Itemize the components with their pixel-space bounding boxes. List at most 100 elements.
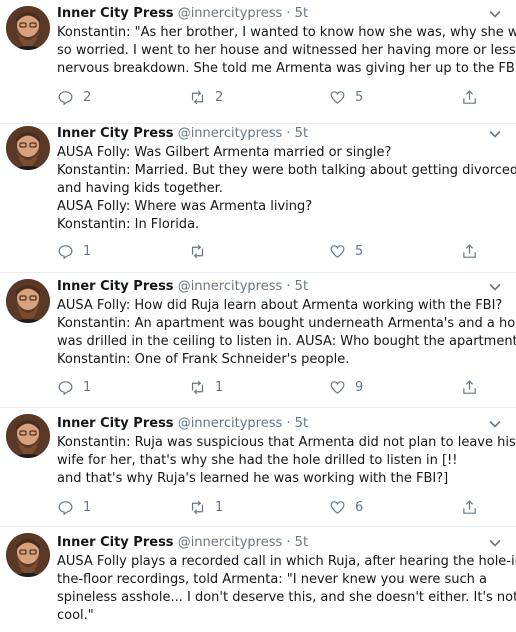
- share-button[interactable]: [461, 497, 487, 517]
- retweet-icon: [191, 90, 204, 104]
- tweet-text: Konstantin: "As her brother, I wanted to…: [57, 24, 516, 78]
- reply-button[interactable]: 1: [57, 377, 91, 397]
- avatar[interactable]: [6, 279, 50, 323]
- retweet-button[interactable]: 1: [189, 377, 223, 397]
- avatar-image: [6, 279, 50, 323]
- tweet-text-line: AUSA Folly: Where was Armenta living?: [57, 199, 313, 214]
- like-count: 9: [355, 379, 364, 395]
- like-button[interactable]: 5: [329, 87, 363, 107]
- like-count: 5: [355, 89, 364, 105]
- avatar-image: [6, 533, 50, 577]
- reply-count: 1: [83, 499, 92, 515]
- heart-icon: [330, 500, 345, 514]
- reply-count: 1: [83, 379, 92, 395]
- chevron-down-icon[interactable]: [488, 7, 502, 21]
- tweet-text-line: Konstantin: An apartment was bought unde…: [57, 316, 516, 331]
- timestamp[interactable]: 5t: [295, 416, 308, 431]
- tweet-text-line: so worried. I went to her house and witn…: [57, 43, 516, 58]
- like-button[interactable]: 5: [329, 241, 363, 261]
- retweet-count: 1: [215, 379, 224, 395]
- tweet-text-line: Konstantin: In Florida.: [57, 217, 200, 232]
- share-button[interactable]: [461, 377, 487, 397]
- tweet-text-line: cool.": [57, 608, 94, 623]
- author-name[interactable]: Inner City Press: [57, 6, 174, 21]
- avatar[interactable]: [6, 6, 50, 50]
- tweet-text-line: and that's why Ruja's learned he was wor…: [57, 471, 449, 486]
- retweet-icon: [191, 380, 204, 394]
- tweet-text: AUSA Folly: Was Gilbert Armenta married …: [57, 144, 516, 234]
- timestamp[interactable]: 5t: [295, 126, 308, 141]
- avatar[interactable]: [6, 533, 50, 577]
- author-name[interactable]: Inner City Press: [57, 279, 174, 294]
- tweet-text: Konstantin: Ruja was suspicious that Arm…: [57, 434, 516, 488]
- tweet-actions: 1 1 9: [57, 377, 497, 397]
- reply-icon: [58, 500, 73, 515]
- heart-icon: [330, 90, 345, 104]
- retweet-icon: [191, 244, 204, 258]
- retweet-button[interactable]: [189, 241, 215, 261]
- retweet-button[interactable]: 2: [189, 87, 223, 107]
- author-handle[interactable]: @innercitypress: [178, 416, 283, 431]
- timestamp[interactable]: 5t: [295, 535, 308, 550]
- author-handle[interactable]: @innercitypress: [178, 279, 283, 294]
- share-button[interactable]: [461, 241, 487, 261]
- separator-dot: ·: [286, 279, 291, 294]
- chevron-down-icon[interactable]: [488, 417, 502, 431]
- tweet-header: Inner City Press @innercitypress · 5t: [57, 279, 308, 295]
- timestamp[interactable]: 5t: [295, 6, 308, 21]
- heart-icon: [330, 380, 345, 394]
- reply-button[interactable]: 1: [57, 241, 91, 261]
- separator-dot: ·: [286, 416, 291, 431]
- retweet-icon: [191, 500, 204, 514]
- like-count: 5: [355, 243, 364, 259]
- author-name[interactable]: Inner City Press: [57, 535, 174, 550]
- reply-icon: [58, 244, 73, 259]
- retweet-count: 1: [215, 499, 224, 515]
- chevron-down-icon[interactable]: [488, 127, 502, 141]
- share-icon: [463, 499, 476, 514]
- tweet[interactable]: Inner City Press @innercitypress · 5t AU…: [0, 273, 516, 407]
- tweet-header: Inner City Press @innercitypress · 5t: [57, 535, 308, 551]
- like-button[interactable]: 9: [329, 377, 363, 397]
- avatar-image: [6, 6, 50, 50]
- tweet-text-line: Konstantin: Married. But they were both …: [57, 163, 516, 178]
- like-count: 6: [355, 499, 364, 515]
- avatar[interactable]: [6, 414, 50, 458]
- author-handle[interactable]: @innercitypress: [178, 6, 283, 21]
- tweet-text-line: AUSA Folly plays a recorded call in whic…: [57, 554, 516, 569]
- reply-count: 1: [83, 243, 92, 259]
- tweet-text-line: nervous breakdown. She told me Armenta w…: [57, 61, 516, 76]
- separator-dot: ·: [286, 6, 291, 21]
- separator-dot: ·: [286, 535, 291, 550]
- share-button[interactable]: [461, 87, 487, 107]
- tweet[interactable]: Inner City Press @innercitypress · 5t Ko…: [0, 408, 516, 526]
- reply-button[interactable]: 1: [57, 497, 91, 517]
- tweet-actions: 1 1 6: [57, 497, 497, 517]
- tweet-text-line: Konstantin: "As her brother, I wanted to…: [57, 25, 516, 40]
- tweet-text: AUSA Folly plays a recorded call in whic…: [57, 553, 516, 625]
- chevron-down-icon[interactable]: [488, 536, 502, 550]
- tweet-text-line: Konstantin: Ruja was suspicious that Arm…: [57, 435, 516, 450]
- tweet[interactable]: Inner City Press @innercitypress · 5t Ko…: [0, 0, 516, 123]
- avatar-image: [6, 414, 50, 458]
- tweet-text-line: the-floor recordings, told Armenta: "I n…: [57, 572, 488, 587]
- tweet-header: Inner City Press @innercitypress · 5t: [57, 126, 308, 142]
- avatar-image: [6, 126, 50, 170]
- timestamp[interactable]: 5t: [295, 279, 308, 294]
- retweet-button[interactable]: 1: [189, 497, 223, 517]
- heart-icon: [330, 244, 345, 258]
- author-handle[interactable]: @innercitypress: [178, 126, 283, 141]
- avatar[interactable]: [6, 126, 50, 170]
- reply-icon: [58, 90, 73, 105]
- tweet[interactable]: Inner City Press @innercitypress · 5t AU…: [0, 527, 516, 632]
- reply-button[interactable]: 2: [57, 87, 91, 107]
- like-button[interactable]: 6: [329, 497, 363, 517]
- author-handle[interactable]: @innercitypress: [178, 535, 283, 550]
- author-name[interactable]: Inner City Press: [57, 416, 174, 431]
- tweet-text: AUSA Folly: How did Ruja learn about Arm…: [57, 297, 516, 369]
- tweet[interactable]: Inner City Press @innercitypress · 5t AU…: [0, 124, 516, 272]
- author-name[interactable]: Inner City Press: [57, 126, 174, 141]
- chevron-down-icon[interactable]: [488, 280, 502, 294]
- tweet-text-line: AUSA Folly: Was Gilbert Armenta married …: [57, 145, 392, 160]
- tweet-header: Inner City Press @innercitypress · 5t: [57, 6, 308, 22]
